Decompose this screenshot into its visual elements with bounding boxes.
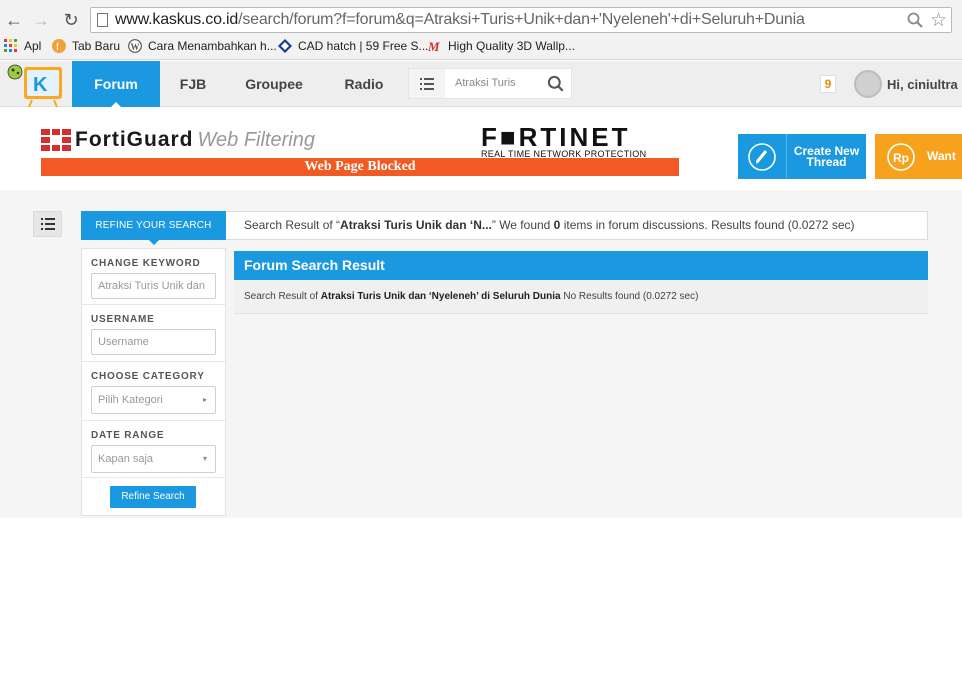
user-greeting[interactable]: Hi, ciniultra xyxy=(887,77,958,92)
svg-text:M: M xyxy=(428,39,440,53)
kaskus-logo[interactable]: K xyxy=(4,62,68,108)
bookmark-label: Tab Baru xyxy=(72,39,121,53)
username-input[interactable]: Username xyxy=(91,329,216,355)
date-select[interactable]: Kapan saja ▾ xyxy=(91,445,216,473)
blocked-message: Web Page Blocked xyxy=(41,158,679,176)
keyword-input[interactable]: Atraksi Turis Unik dan xyxy=(91,273,216,299)
category-section: CHOOSE CATEGORY Pilih Kategori ▸ xyxy=(82,362,225,421)
bookmark-label: High Quality 3D Wallp... xyxy=(448,39,575,53)
fortiguard-logo: FortiGuard Web Filtering xyxy=(41,126,315,154)
bookmark-label: Cara Menambahkan h... xyxy=(148,39,277,53)
nav-groupee[interactable]: Groupee xyxy=(240,61,308,107)
bookmark-cad[interactable]: CAD hatch | 59 Free S... xyxy=(278,39,429,53)
svg-text:Rp: Rp xyxy=(893,151,909,165)
sidebar-toggle[interactable] xyxy=(33,211,62,237)
notification-badge[interactable]: 9 xyxy=(820,75,836,93)
refine-search-button[interactable]: Refine Search xyxy=(110,486,196,508)
username-section: USERNAME Username xyxy=(82,305,225,362)
forward-icon[interactable]: → xyxy=(30,9,52,31)
nav-fjb[interactable]: FJB xyxy=(168,61,218,107)
search-icon[interactable] xyxy=(547,75,565,93)
rupiah-icon: Rp xyxy=(875,134,927,179)
bookmark-star-icon[interactable]: ☆ xyxy=(930,9,947,32)
list-icon[interactable] xyxy=(409,69,445,98)
bookmark-label: CAD hatch | 59 Free S... xyxy=(298,39,429,53)
want-label: Want xyxy=(927,149,956,163)
create-thread-button[interactable]: Create New Thread xyxy=(738,134,866,179)
apps-icon xyxy=(4,39,17,52)
list-icon xyxy=(40,218,55,230)
fortiguard-text: FortiGuard xyxy=(75,128,194,151)
keyword-label: CHANGE KEYWORD xyxy=(91,258,201,269)
bookmarks-bar: Apl f Tab Baru W Cara Menambahkan h... C… xyxy=(0,37,962,59)
bookmark-apps[interactable]: Apl xyxy=(4,39,41,53)
header-search-input[interactable]: Atraksi Turis xyxy=(455,77,516,89)
address-bar[interactable]: www.kaskus.co.id/search/forum?f=forum&q=… xyxy=(90,7,952,33)
reload-icon[interactable]: ↻ xyxy=(60,9,82,31)
date-section: DATE RANGE Kapan saja ▾ xyxy=(82,421,225,478)
page-icon xyxy=(97,13,108,27)
create-thread-label: Create New Thread xyxy=(793,144,860,169)
bookmark-tab-baru[interactable]: f Tab Baru xyxy=(52,39,120,53)
nav-radio[interactable]: Radio xyxy=(336,61,392,107)
gmail-icon: M xyxy=(428,39,440,53)
chevron-down-icon: ▾ xyxy=(202,454,207,463)
pencil-icon xyxy=(738,134,787,179)
bookmark-wallpaper[interactable]: M High Quality 3D Wallp... xyxy=(428,39,575,53)
bookmark-wordpress[interactable]: W Cara Menambahkan h... xyxy=(128,39,277,53)
keyword-section: CHANGE KEYWORD Atraksi Turis Unik dan xyxy=(82,249,225,305)
back-icon[interactable]: ← xyxy=(3,9,25,31)
category-select[interactable]: Pilih Kategori ▸ xyxy=(91,386,216,414)
svg-text:W: W xyxy=(131,42,140,52)
svg-text:K: K xyxy=(33,74,48,96)
nav-forum[interactable]: Forum xyxy=(72,61,160,108)
avatar[interactable] xyxy=(854,70,882,98)
result-title: Forum Search Result xyxy=(234,251,928,280)
search-summary: Search Result of “Atraksi Turis Unik dan… xyxy=(244,218,855,232)
bookmark-label: Apl xyxy=(24,39,42,53)
date-label: DATE RANGE xyxy=(91,430,165,441)
result-message: Search Result of Atraksi Turis Unik dan … xyxy=(234,280,928,314)
refine-sidebar: CHANGE KEYWORD Atraksi Turis Unik dan US… xyxy=(81,248,226,516)
wordpress-icon: W xyxy=(128,39,142,53)
refine-tab[interactable]: REFINE YOUR SEARCH xyxy=(81,211,226,245)
want-button[interactable]: Rp Want xyxy=(875,134,962,179)
chevron-right-icon: ▸ xyxy=(202,395,207,404)
web-filtering-text: Web Filtering xyxy=(197,128,315,151)
header-search: Atraksi Turis xyxy=(408,68,572,99)
cad-icon xyxy=(278,39,292,53)
url-text: www.kaskus.co.id/search/forum?f=forum&q=… xyxy=(115,11,805,28)
username-label: USERNAME xyxy=(91,314,155,325)
category-label: CHOOSE CATEGORY xyxy=(91,371,205,382)
tab-icon: f xyxy=(52,39,66,53)
search-icon[interactable] xyxy=(907,12,923,28)
fortiguard-mark-icon xyxy=(41,129,71,151)
svg-text:f: f xyxy=(56,42,59,53)
